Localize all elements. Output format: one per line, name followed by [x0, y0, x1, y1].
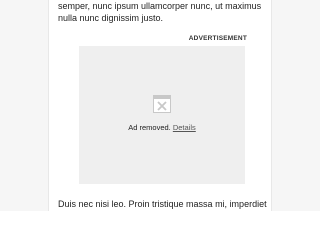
ad-placeholder: Ad removed. Details — [79, 46, 245, 184]
page: semper, nunc ipsum ullamcorper nunc, ut … — [0, 0, 320, 211]
ad-removed-text: Ad removed. — [128, 123, 171, 132]
broken-image-icon — [153, 95, 171, 113]
article-column: semper, nunc ipsum ullamcorper nunc, ut … — [48, 0, 272, 211]
article-paragraph-bottom: Duis nec nisi leo. Proin tristique massa… — [58, 199, 267, 209]
article-paragraph-top: semper, nunc ipsum ullamcorper nunc, ut … — [58, 1, 262, 23]
advertisement-label: ADVERTISEMENT — [188, 35, 247, 42]
ad-details-link[interactable]: Details — [173, 123, 196, 132]
ad-removed-message: Ad removed. Details — [79, 123, 245, 132]
